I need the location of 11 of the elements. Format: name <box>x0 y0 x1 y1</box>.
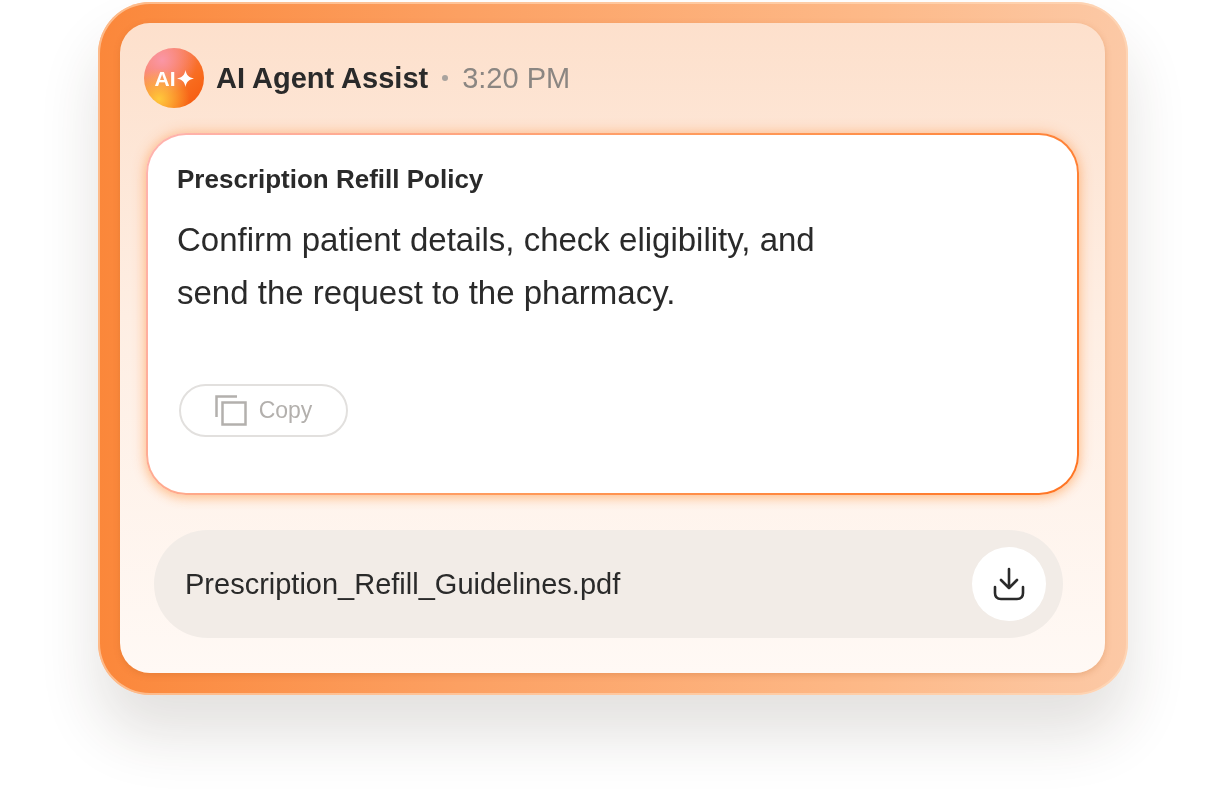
sparkle-icon <box>176 69 194 87</box>
assistant-name: AI Agent Assist <box>216 61 429 95</box>
file-name: Prescription_Refill_Guidelines.pdf <box>185 567 621 601</box>
download-icon <box>992 567 1026 601</box>
copy-icon <box>214 395 247 426</box>
avatar-label: AI <box>154 67 176 89</box>
separator-dot-icon <box>442 75 449 81</box>
copy-button[interactable]: Copy <box>179 384 348 437</box>
message-time: 3:20 PM <box>462 61 571 95</box>
message-body: Confirm patient details, check eligibility, and send the request to the pharmacy. <box>177 220 816 313</box>
message-title: Prescription Refill Policy <box>177 163 484 195</box>
